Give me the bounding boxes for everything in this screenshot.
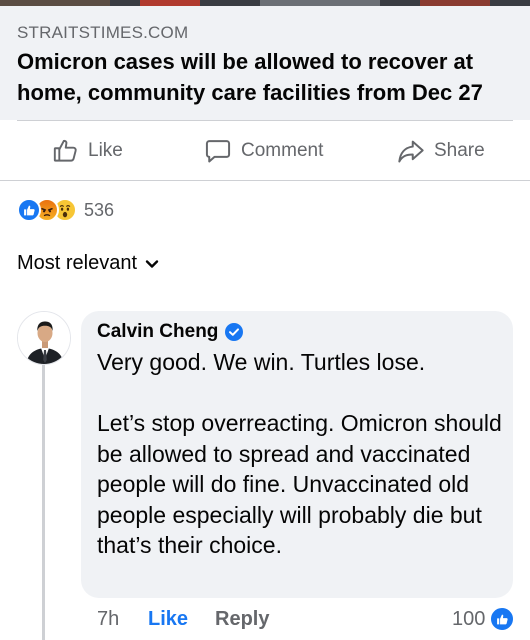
comment-label: Comment xyxy=(241,139,324,161)
comment-reply-button[interactable]: Reply xyxy=(215,605,269,633)
like-icon xyxy=(17,198,41,222)
chevron-down-icon xyxy=(145,259,159,268)
like-label: Like xyxy=(88,139,123,161)
comment-author[interactable]: Calvin Cheng xyxy=(97,321,244,343)
reply-thread-line xyxy=(42,365,45,640)
comment-like-button[interactable]: Like xyxy=(148,605,188,633)
verified-badge-icon xyxy=(225,323,244,341)
link-source: STRAITSTIMES.COM xyxy=(17,23,189,42)
like-button[interactable]: Like xyxy=(52,121,123,180)
comment-timestamp[interactable]: 7h xyxy=(97,605,119,633)
comment-button[interactable]: Comment xyxy=(204,121,323,180)
comment-bubble-icon xyxy=(205,139,231,162)
post-actions-bar: Like Comment Share xyxy=(0,121,530,180)
share-label: Share xyxy=(434,139,485,161)
comment-sort-dropdown[interactable]: Most relevant xyxy=(17,252,159,275)
author-name: Calvin Cheng xyxy=(97,321,219,342)
comment-text: Very good. We win. Turtles lose. Let’s s… xyxy=(97,349,502,558)
share-arrow-icon xyxy=(398,140,424,162)
like-icon xyxy=(489,606,515,632)
thumbs-up-icon xyxy=(53,139,77,162)
comment-reaction-count[interactable]: 100 xyxy=(452,605,485,633)
reaction-count: 536 xyxy=(84,199,115,220)
comment-bubble: Calvin Cheng Very good. We win. Turtles … xyxy=(81,311,513,598)
link-preview-card[interactable]: STRAITSTIMES.COM Omicron cases will be a… xyxy=(0,6,530,120)
reactions-summary[interactable]: 536 xyxy=(17,196,114,224)
sort-label: Most relevant xyxy=(17,252,138,274)
share-button[interactable]: Share xyxy=(397,121,485,180)
link-title[interactable]: Omicron cases will be allowed to recover… xyxy=(17,46,522,108)
avatar[interactable] xyxy=(17,311,71,365)
divider xyxy=(0,180,530,181)
